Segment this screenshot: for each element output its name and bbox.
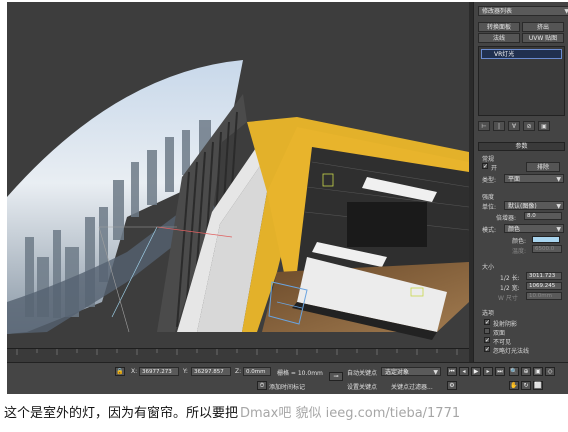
track-bar[interactable] [7, 348, 469, 362]
modifier-stack[interactable]: VR灯光 [478, 46, 565, 116]
on-label: 开 [491, 165, 498, 172]
perspective-viewport[interactable] [7, 2, 469, 348]
x-coord-label: X: [131, 368, 138, 375]
modifier-list-label: 修改器列表 [482, 8, 513, 15]
maximize-viewport-icon[interactable]: ⬜ [533, 381, 543, 390]
prev-frame-icon[interactable]: ◂ [459, 367, 469, 376]
extrude-button[interactable]: 挤出 [522, 22, 564, 32]
chevron-down-icon: ▼ [556, 226, 561, 233]
app-window: 修改器列表 ▼ 转换面板 挤出 法线 UVW 贴图 VR灯光 ⊢ | ∀ ⊘ ▣… [7, 2, 568, 394]
half-width-spinner[interactable]: 1069.245 [526, 282, 562, 290]
zoom-icon[interactable]: 🔍 [509, 367, 519, 376]
mode-dropdown[interactable]: 颜色 ▼ [504, 224, 564, 233]
key-icon[interactable]: ⊸ [329, 372, 343, 381]
status-bar: 🔒 X: 36977.273 Y: 36297.857 Z: 0.0mm 栅格 … [7, 362, 568, 394]
lock-selection-icon[interactable]: 🔒 [115, 367, 125, 376]
type-dropdown[interactable]: 平面 ▼ [504, 174, 564, 183]
key-filters-button[interactable]: 关键点过滤器... [391, 382, 433, 391]
size-group-label: 大小 [482, 264, 495, 271]
orbit-icon[interactable]: ↻ [521, 381, 531, 390]
intensity-group-label: 强度 [482, 194, 495, 201]
pan-icon[interactable]: ✋ [509, 381, 519, 390]
chevron-down-icon: ▼ [556, 203, 561, 210]
command-panel: 修改器列表 ▼ 转换面板 挤出 法线 UVW 贴图 VR灯光 ⊢ | ∀ ⊘ ▣… [473, 2, 568, 374]
ignore-normals-label: 忽略灯光法线 [493, 348, 530, 355]
zoom-all-icon[interactable]: ⊕ [521, 367, 531, 376]
zoom-extents-icon[interactable]: ▣ [533, 367, 543, 376]
half-length-label: 1/2 长: [500, 275, 520, 282]
on-checkbox[interactable]: ✓ [482, 163, 488, 170]
z-coord-label: Z: [235, 368, 242, 375]
scene-render [7, 2, 469, 348]
go-to-end-icon[interactable]: ⏭ [495, 367, 505, 376]
cast-shadows-checkbox[interactable]: ✓ [484, 319, 490, 326]
multiplier-label: 倍增器: [496, 215, 517, 222]
field-of-view-icon[interactable]: ◇ [545, 367, 555, 376]
modifier-list-dropdown[interactable]: 修改器列表 ▼ [478, 6, 568, 16]
play-icon[interactable]: ▶ [471, 367, 481, 376]
y-coord-label: Y: [183, 368, 188, 375]
configure-sets-icon[interactable]: ▣ [538, 121, 550, 131]
temperature-label: 温度: [512, 248, 527, 255]
normal-button[interactable]: 法线 [478, 33, 520, 43]
auto-key-button[interactable]: 自动关键点 [347, 368, 377, 377]
ignore-normals-checkbox[interactable]: ✓ [484, 346, 490, 353]
add-time-tag-button[interactable]: 添加时间标记 [269, 382, 305, 391]
next-frame-icon[interactable]: ▸ [483, 367, 493, 376]
grid-readout: 栅格 = 10.0mm [277, 370, 323, 377]
w-size-spinner[interactable]: 10.0mm [526, 292, 562, 300]
chevron-down-icon: ▼ [433, 369, 438, 376]
z-coord-field[interactable]: 0.0mm [243, 367, 271, 376]
make-unique-icon[interactable]: ∀ [508, 121, 520, 131]
units-value: 默认(图像) [508, 203, 537, 210]
ruler-ticks [16, 349, 458, 355]
double-sided-checkbox[interactable] [484, 328, 490, 334]
invisible-checkbox[interactable]: ✓ [484, 337, 490, 344]
color-label: 颜色: [512, 238, 527, 245]
exclude-button[interactable]: 排除 [526, 162, 560, 172]
half-width-label: 1/2 宽: [500, 285, 520, 292]
chevron-down-icon: ▼ [564, 8, 568, 15]
stack-item-vr-light[interactable]: VR灯光 [481, 49, 562, 59]
units-dropdown[interactable]: 默认(图像) ▼ [504, 201, 564, 210]
y-coord-field[interactable]: 36297.857 [191, 367, 231, 376]
watermark-text: Dmax吧 貌似 ieeg.com/tieba/1771 [240, 406, 461, 421]
set-key-button[interactable]: 设置关键点 [347, 382, 377, 391]
half-length-spinner[interactable]: 3011.723 [526, 272, 562, 280]
stack-toolbar: ⊢ | ∀ ⊘ ▣ [478, 120, 565, 132]
uvw-map-button[interactable]: UVW 贴图 [522, 33, 564, 43]
chevron-down-icon: ▼ [556, 176, 561, 183]
time-tag-icon[interactable]: ⏱ [257, 381, 267, 390]
show-end-result-icon[interactable]: | [493, 121, 505, 131]
general-group-label: 常规 [482, 156, 495, 163]
type-label: 类型: [482, 177, 497, 184]
mode-value: 颜色 [508, 226, 521, 233]
options-group-label: 选项 [482, 310, 495, 317]
w-size-label: W 尺寸 [498, 295, 518, 302]
type-value: 平面 [508, 176, 521, 183]
time-config-icon[interactable]: ⚙ [447, 381, 457, 390]
double-sided-label: 双面 [493, 330, 506, 337]
mode-label: 模式: [482, 227, 497, 234]
pin-stack-icon[interactable]: ⊢ [478, 121, 490, 131]
x-coord-field[interactable]: 36977.273 [139, 367, 179, 376]
temperature-spinner[interactable]: 6500.0 [532, 245, 562, 253]
remove-modifier-icon[interactable]: ⊘ [523, 121, 535, 131]
light-color-swatch[interactable] [532, 236, 560, 243]
convert-panel-button[interactable]: 转换面板 [478, 22, 520, 32]
invisible-label: 不可见 [493, 339, 512, 346]
selected-object-value: 选定对象 [385, 369, 410, 376]
cast-shadows-label: 投射阴影 [493, 321, 518, 328]
multiplier-spinner[interactable]: 8.0 [524, 212, 562, 220]
units-label: 单位: [482, 204, 497, 211]
rollout-parameters[interactable]: 参数 [478, 142, 565, 151]
go-to-start-icon[interactable]: ⏮ [447, 367, 457, 376]
selected-object-dropdown[interactable]: 选定对象 ▼ [381, 367, 441, 376]
